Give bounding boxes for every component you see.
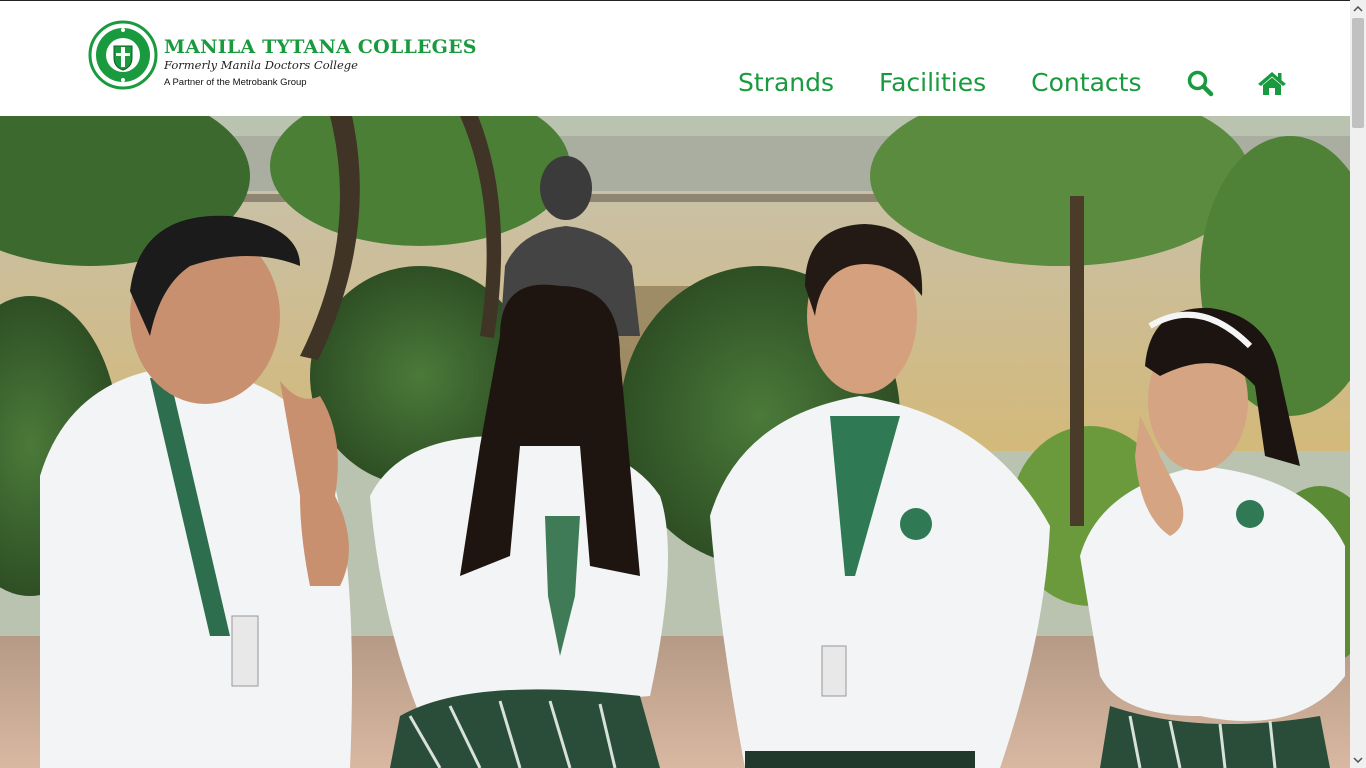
- scroll-down-arrow-icon[interactable]: [1350, 751, 1366, 768]
- brand-name: MANILA TYTANA COLLEGES: [164, 36, 477, 58]
- brand-text: MANILA TYTANA COLLEGES Formerly Manila D…: [164, 36, 477, 89]
- site-header: MANILA TYTANA COLLEGES Formerly Manila D…: [0, 1, 1350, 116]
- scroll-up-arrow-icon[interactable]: [1350, 0, 1366, 17]
- page-scrollbar[interactable]: [1350, 0, 1366, 768]
- home-icon[interactable]: [1257, 69, 1287, 97]
- hero-photo: [0, 116, 1350, 768]
- nav-link-facilities[interactable]: Facilities: [879, 65, 986, 101]
- college-seal-icon: [88, 20, 158, 90]
- site-logo[interactable]: MANILA TYTANA COLLEGES Formerly Manila D…: [88, 16, 477, 100]
- nav-link-contacts[interactable]: Contacts: [1031, 65, 1141, 101]
- nav-link-strands[interactable]: Strands: [738, 65, 834, 101]
- hero-banner: [0, 116, 1350, 768]
- search-icon[interactable]: [1186, 69, 1214, 97]
- scrollbar-thumb[interactable]: [1352, 18, 1364, 128]
- brand-partner: A Partner of the Metrobank Group: [164, 77, 307, 88]
- main-nav: Strands Facilities Contacts: [738, 63, 1287, 103]
- page: MANILA TYTANA COLLEGES Formerly Manila D…: [0, 0, 1366, 768]
- brand-subtitle: Formerly Manila Doctors College: [164, 58, 358, 72]
